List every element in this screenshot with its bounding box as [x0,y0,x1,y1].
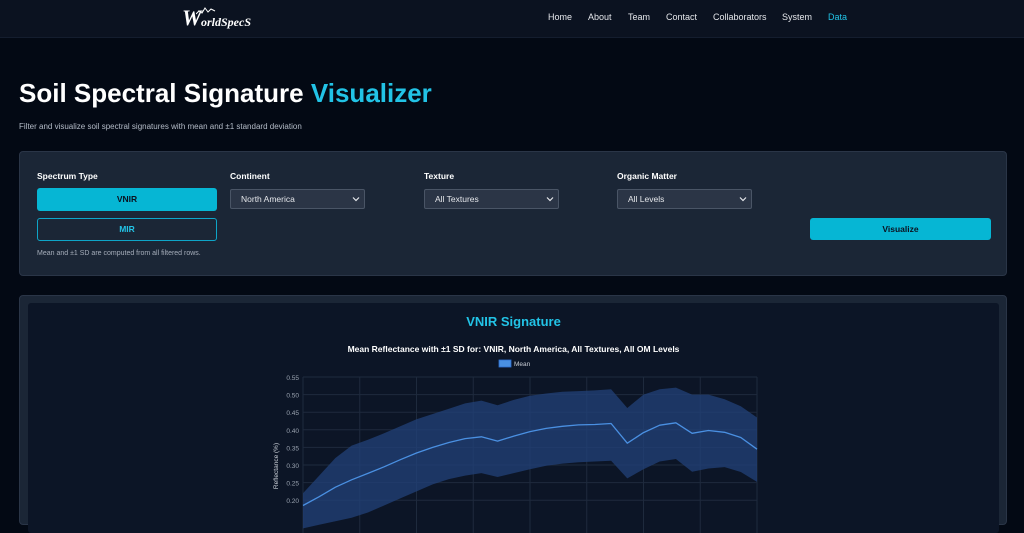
chevron-down-icon [546,197,554,202]
nav-system[interactable]: System [782,12,812,22]
texture-label: Texture [424,171,455,181]
y-tick-label: 0.30 [286,463,299,470]
page-subtitle: Filter and visualize soil spectral signa… [19,122,302,131]
mir-button[interactable]: MIR [37,218,217,241]
y-tick-label: 0.35 [286,445,299,452]
page-title-main: Soil Spectral Signature [19,78,304,108]
texture-select[interactable]: All Textures [424,189,559,209]
top-navbar: W orldSpecS Home About Team Contact Coll… [0,0,1024,38]
continent-label: Continent [230,171,270,181]
page-title: Soil Spectral Signature Visualizer [19,78,432,109]
nav-team[interactable]: Team [628,12,650,22]
chevron-down-icon [739,197,747,202]
y-tick-label: 0.25 [286,481,299,488]
organic-matter-select[interactable]: All Levels [617,189,752,209]
nav-contact[interactable]: Contact [666,12,697,22]
chart-section: VNIR Signature Mean Reflectance with ±1 … [19,295,1007,533]
continent-select-value: North America [241,194,295,204]
y-tick-label: 0.45 [286,410,299,417]
legend-swatch-mean [498,359,512,368]
visualize-button[interactable]: Visualize [810,218,991,240]
nav-about[interactable]: About [588,12,612,22]
legend-label-mean: Mean [514,361,531,368]
y-tick-label: 0.20 [286,498,299,505]
organic-matter-select-value: All Levels [628,194,665,204]
filter-panel: Spectrum Type VNIR MIR Mean and ±1 SD ar… [19,151,1007,276]
nav-home[interactable]: Home [548,12,572,22]
page-title-accent: Visualizer [310,78,432,108]
y-tick-label: 0.50 [286,393,299,400]
chart-card: VNIR Signature Mean Reflectance with ±1 … [28,303,999,533]
nav-collaborators[interactable]: Collaborators [713,12,767,22]
filter-note: Mean and ±1 SD are computed from all fil… [37,250,201,257]
y-tick-label: 0.40 [286,428,299,435]
vnir-button[interactable]: VNIR [37,188,217,211]
y-tick-label: 0.55 [286,375,299,382]
y-axis-label: Reflectance (%) [273,443,280,489]
texture-select-value: All Textures [435,194,479,204]
continent-select[interactable]: North America [230,189,365,209]
nav-data[interactable]: Data [828,12,847,22]
organic-matter-label: Organic Matter [617,171,677,181]
reflectance-chart: 0.55 0.50 0.45 0.40 0.35 0.30 0.25 0.20 Reflecta… [273,359,758,533]
worldspecs-logo[interactable]: W orldSpecS [182,5,254,32]
chevron-down-icon [352,197,360,202]
logo-wordmark: orldSpecS [201,15,252,29]
spectrum-type-label: Spectrum Type [37,171,98,181]
